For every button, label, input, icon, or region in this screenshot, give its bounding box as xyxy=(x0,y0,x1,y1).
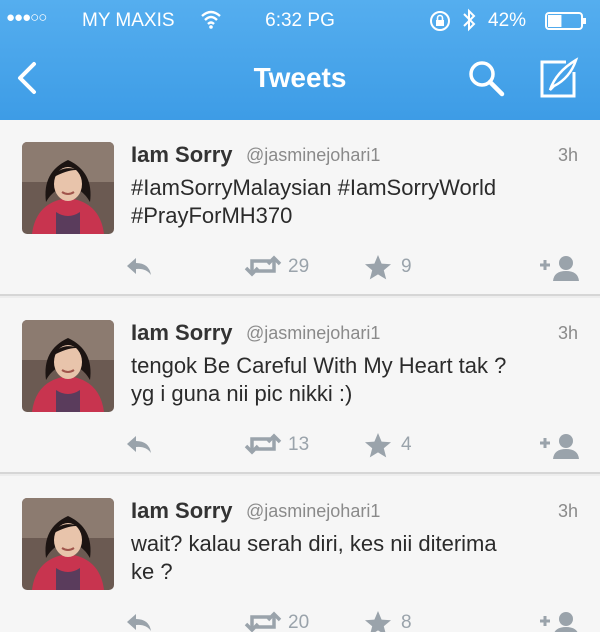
tweet-timestamp: 3h xyxy=(557,323,578,343)
favorite-count: 9 xyxy=(401,256,412,277)
avatar[interactable] xyxy=(22,498,114,590)
app-header: ●●●○○ MY MAXIS 6:32 PG 42% Tweets xyxy=(0,0,600,120)
search-icon[interactable] xyxy=(466,58,506,98)
avatar-photo xyxy=(22,498,114,590)
tweet-actions: 20 8 xyxy=(0,606,600,632)
reply-icon xyxy=(127,436,151,453)
tweet-text: tengok Be Careful With My Heart tak ? yg… xyxy=(131,352,571,408)
tweet-actions: 29 9 xyxy=(0,250,600,284)
tweet-text-line: wait? kalau serah diri, kes nii diterima xyxy=(131,531,497,556)
retweet-icon xyxy=(244,433,282,455)
rotation-lock-icon xyxy=(430,11,450,31)
reply-icon xyxy=(127,258,151,275)
tweet-author-name[interactable]: Iam Sorry xyxy=(131,498,233,524)
tweet-author-handle: @jasminejohari1 xyxy=(246,323,381,343)
tweet-timeline[interactable]: Iam Sorry @jasminejohari1 3h #IamSorryMa… xyxy=(0,120,600,632)
reply-button[interactable] xyxy=(124,428,158,462)
reply-icon xyxy=(127,614,151,631)
tweet-text-line: ke ? xyxy=(131,559,173,584)
follow-button[interactable] xyxy=(538,428,582,462)
tweet-item[interactable]: Iam Sorry @jasminejohari1 3h wait? kalau… xyxy=(0,476,600,632)
favorite-button[interactable]: 9 xyxy=(364,250,424,284)
tweet-item[interactable]: Iam Sorry @jasminejohari1 3h tengok Be C… xyxy=(0,298,600,474)
tweet-actions: 13 4 xyxy=(0,428,600,462)
tweet-text: wait? kalau serah diri, kes nii diterima… xyxy=(131,530,571,586)
follow-button[interactable] xyxy=(538,606,582,632)
favorite-count: 8 xyxy=(401,612,412,632)
retweet-button[interactable]: 13 xyxy=(244,428,334,462)
favorite-count: 4 xyxy=(401,434,412,455)
reply-button[interactable] xyxy=(124,250,158,284)
tweet-text-line: #IamSorryMalaysian #IamSorryWorld xyxy=(131,175,497,200)
star-icon xyxy=(365,611,391,632)
star-icon xyxy=(365,433,391,458)
avatar[interactable] xyxy=(22,142,114,234)
retweet-button[interactable]: 20 xyxy=(244,606,334,632)
tweet-author-handle: @jasminejohari1 xyxy=(246,145,381,165)
retweet-icon xyxy=(244,255,282,277)
follow-button[interactable] xyxy=(538,250,582,284)
tweet-text-line: tengok Be Careful With My Heart tak ? xyxy=(131,353,507,378)
favorite-button[interactable]: 4 xyxy=(364,428,424,462)
retweet-count: 13 xyxy=(288,434,310,455)
follow-user-icon xyxy=(540,434,579,459)
retweet-count: 29 xyxy=(288,256,310,277)
tweet-timestamp: 3h xyxy=(557,145,578,165)
status-bar: ●●●○○ MY MAXIS 6:32 PG 42% xyxy=(0,0,600,42)
retweet-count: 20 xyxy=(288,612,310,632)
tweet-item[interactable]: Iam Sorry @jasminejohari1 3h #IamSorryMa… xyxy=(0,120,600,296)
compose-icon[interactable] xyxy=(536,56,580,100)
favorite-button[interactable]: 8 xyxy=(364,606,424,632)
tweet-author-name[interactable]: Iam Sorry xyxy=(131,320,233,346)
tweet-author-handle: @jasminejohari1 xyxy=(246,501,381,521)
page-title: Tweets xyxy=(253,62,347,93)
battery-percentage: 42% xyxy=(488,10,527,31)
avatar-photo xyxy=(22,142,114,234)
retweet-button[interactable]: 29 xyxy=(244,250,334,284)
tweet-author-name[interactable]: Iam Sorry xyxy=(131,142,233,168)
follow-user-icon xyxy=(540,612,578,632)
battery-icon xyxy=(545,12,586,30)
follow-user-icon xyxy=(540,256,579,281)
star-icon xyxy=(365,255,391,280)
bluetooth-icon xyxy=(463,8,476,32)
avatar[interactable] xyxy=(22,320,114,412)
retweet-icon xyxy=(244,611,282,632)
tweet-text-line: yg i guna nii pic nikki :) xyxy=(131,381,353,406)
tweet-text-line: #PrayForMH370 xyxy=(131,203,293,228)
avatar-photo xyxy=(22,320,114,412)
reply-button[interactable] xyxy=(124,606,158,632)
tweet-timestamp: 3h xyxy=(557,501,578,521)
nav-bar: Tweets xyxy=(0,42,600,120)
tweet-text: #IamSorryMalaysian #IamSorryWorld #PrayF… xyxy=(131,174,571,230)
